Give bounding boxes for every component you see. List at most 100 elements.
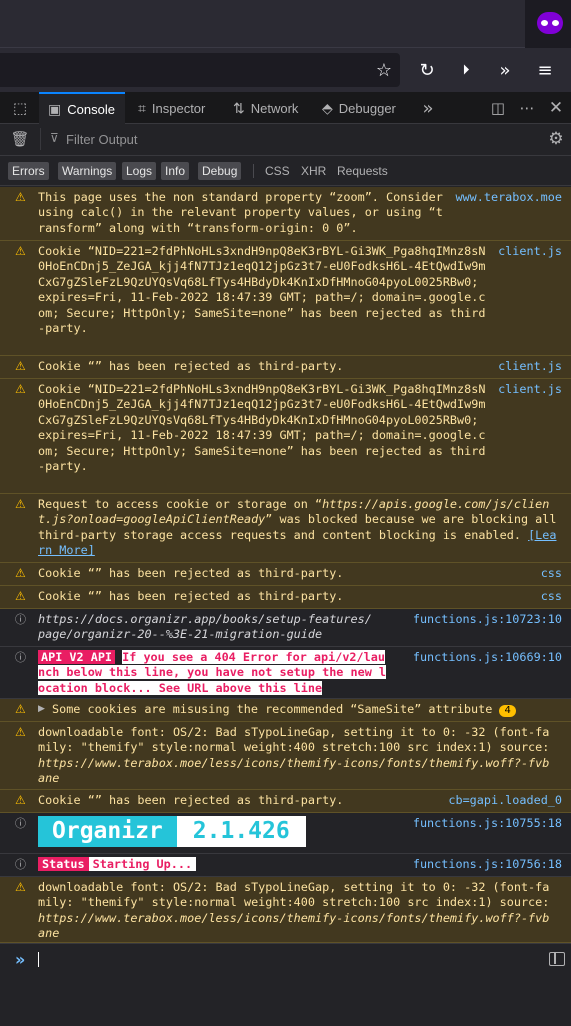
console-message: ⓘ https://docs.organizr.app/books/setup-… xyxy=(0,609,571,647)
console-message-group[interactable]: ⚠ ▶ Some cookies are misusing the recomm… xyxy=(0,699,571,722)
message-text: Cookie “NID=221=2fdPhNoHLs3xndH9npQ8eK3r… xyxy=(38,244,486,336)
filter-logs-button[interactable]: Logs xyxy=(122,162,157,180)
message-source-link[interactable]: functions.js:10723:10 xyxy=(413,612,562,627)
devtools-toolbar: ⬚ ▣ Console ⌗ Inspector ⇅ Network ⬘ Debu… xyxy=(0,92,571,124)
console-message: ⚠ Cookie “” has been rejected as third-p… xyxy=(0,356,571,379)
filter-input[interactable]: Filter Output xyxy=(66,132,138,147)
message-text: Cookie “” has been rejected as third-par… xyxy=(38,589,344,603)
status-text: Starting Up... xyxy=(88,857,197,871)
play-icon[interactable]: ⏵ xyxy=(454,58,478,82)
warning-icon: ⚠ xyxy=(15,793,26,807)
private-browsing-icon xyxy=(537,12,563,34)
message-text: Cookie “NID=221=2fdPhNoHLs3xndH9npQ8eK3r… xyxy=(38,382,486,474)
message-source-link[interactable]: client.js xyxy=(498,244,562,259)
message-url[interactable]: https://docs.organizr.app/books/setup-fe… xyxy=(38,612,378,643)
console-message: ⓘ API V2 API If you see a 404 Error for … xyxy=(0,647,571,699)
network-icon: ⇅ xyxy=(233,99,245,116)
message-text: Cookie “” has been rejected as third-par… xyxy=(38,566,344,580)
message-source-link[interactable]: css xyxy=(541,589,562,604)
warning-icon: ⚠ xyxy=(15,359,26,373)
warning-icon: ⚠ xyxy=(15,880,26,894)
tab-debugger-label: Debugger xyxy=(338,100,396,116)
message-text: Cookie “” has been rejected as third-par… xyxy=(38,359,344,373)
message-text: downloadable font: OS/2: Bad sTypoLineGa… xyxy=(38,725,553,787)
console-message: ⚠ Cookie “NID=221=2fdPhNoHLs3xndH9npQ8eK… xyxy=(0,379,571,494)
message-source-link[interactable]: functions.js:10669:10 xyxy=(413,650,562,665)
message-source-link[interactable]: functions.js:10755:18 xyxy=(413,816,562,831)
tab-network[interactable]: ⇅ Network xyxy=(233,92,298,124)
trash-icon[interactable]: 🗑 xyxy=(10,129,30,149)
warning-icon: ⚠ xyxy=(15,702,26,716)
api-tag-badge: API V2 API xyxy=(38,650,116,664)
console-message: ⚠ downloadable font: OS/2: Bad sTypoLine… xyxy=(0,722,571,790)
divider xyxy=(253,164,254,178)
url-field[interactable] xyxy=(0,53,400,87)
hamburger-menu-icon[interactable]: ≡ xyxy=(533,58,557,82)
message-source-link[interactable]: client.js xyxy=(498,359,562,374)
repeat-count-badge: 4 xyxy=(499,705,516,717)
console-message: ⚠ Cookie “NID=221=2fdPhNoHLs3xndH9npQ8eK… xyxy=(0,241,571,356)
message-text-part: downloadable font: OS/2: Bad sTypoLineGa… xyxy=(38,725,557,755)
message-url[interactable]: https://www.terabox.moe/less/icons/themi… xyxy=(38,911,549,940)
close-icon[interactable]: ✕ xyxy=(546,98,566,118)
message-text: Status Starting Up... xyxy=(38,857,448,872)
message-text: API V2 API If you see a 404 Error for ap… xyxy=(38,650,388,696)
console-input[interactable]: » xyxy=(0,943,571,1026)
filter-info-button[interactable]: Info xyxy=(161,162,190,180)
console-message: ⓘ Organizr 2.1.426 functions.js:10755:18 xyxy=(0,813,571,854)
tab-strip[interactable] xyxy=(0,0,525,48)
info-icon: ⓘ xyxy=(15,858,26,871)
prompt-chevron-icon: » xyxy=(15,950,26,969)
warning-icon: ⚠ xyxy=(15,244,26,258)
bookmark-star-icon[interactable]: ☆ xyxy=(372,58,396,82)
console-message: ⚠ downloadable font: OS/2: Bad sTypoLine… xyxy=(0,877,571,943)
filter-debug-button[interactable]: Debug xyxy=(198,162,242,180)
organizr-name: Organizr xyxy=(38,816,177,847)
status-tag-badge: Status xyxy=(38,857,89,871)
tab-inspector[interactable]: ⌗ Inspector xyxy=(138,92,205,124)
message-text-part: downloadable font: OS/2: Bad sTypoLineGa… xyxy=(38,880,557,910)
tab-inspector-label: Inspector xyxy=(151,100,206,116)
console-message: ⓘ Status Starting Up... functions.js:1075… xyxy=(0,854,571,877)
tab-console[interactable]: ▣ Console xyxy=(39,92,125,124)
tab-console-label: Console xyxy=(67,101,115,117)
filter-requests-button[interactable]: Requests xyxy=(333,162,392,180)
filter-xhr-button[interactable]: XHR xyxy=(297,162,330,180)
filter-css-button[interactable]: CSS xyxy=(261,162,294,180)
more-tabs-chevron-icon[interactable]: » xyxy=(418,98,438,119)
level-filter-bar: Errors Warnings Logs Info Debug CSS XHR … xyxy=(0,156,571,186)
dock-side-icon[interactable]: ◫ xyxy=(488,98,508,118)
message-source-link[interactable]: functions.js:10756:18 xyxy=(413,857,562,872)
console-message: ⚠ Cookie “” has been rejected as third-p… xyxy=(0,563,571,586)
tab-debugger[interactable]: ⬘ Debugger xyxy=(322,92,396,124)
message-source-link[interactable]: cb=gapi.loaded_0 xyxy=(448,793,562,808)
message-url[interactable]: https://www.terabox.moe/less/icons/themi… xyxy=(38,756,549,785)
filter-errors-button[interactable]: Errors xyxy=(8,162,49,180)
filter-icon: ⊽ xyxy=(50,131,59,145)
message-source-link[interactable]: css xyxy=(541,566,562,581)
reload-icon[interactable]: ↻ xyxy=(415,58,439,82)
info-icon: ⓘ xyxy=(15,817,26,830)
message-text: downloadable font: OS/2: Bad sTypoLineGa… xyxy=(38,880,553,942)
message-source-link[interactable]: www.terabox.moe xyxy=(455,190,562,205)
overflow-chevron-icon[interactable]: » xyxy=(493,58,517,82)
message-text: Request to access cookie or storage on “… xyxy=(38,497,563,559)
warning-icon: ⚠ xyxy=(15,725,26,739)
warning-icon: ⚠ xyxy=(15,382,26,396)
warning-icon: ⚠ xyxy=(15,497,26,511)
console-message: ⚠ This page uses the non standard proper… xyxy=(0,187,571,241)
message-source-link[interactable]: client.js xyxy=(498,382,562,397)
text-caret xyxy=(38,952,39,967)
expand-triangle-icon[interactable]: ▶ xyxy=(38,702,45,717)
more-options-icon[interactable]: ⋯ xyxy=(517,98,537,118)
browser-tab-bar xyxy=(0,0,571,48)
warning-icon: ⚠ xyxy=(15,566,26,580)
console-settings-gear-icon[interactable]: ⚙ xyxy=(546,129,566,149)
console-message: ⚠ Request to access cookie or storage on… xyxy=(0,494,571,563)
info-icon: ⓘ xyxy=(15,613,26,626)
inspector-icon: ⌗ xyxy=(138,99,146,116)
element-picker-icon[interactable]: ⬚ xyxy=(10,98,30,118)
filter-warnings-button[interactable]: Warnings xyxy=(58,162,117,180)
editor-mode-toggle-icon[interactable] xyxy=(549,952,565,966)
console-icon: ▣ xyxy=(48,100,62,117)
